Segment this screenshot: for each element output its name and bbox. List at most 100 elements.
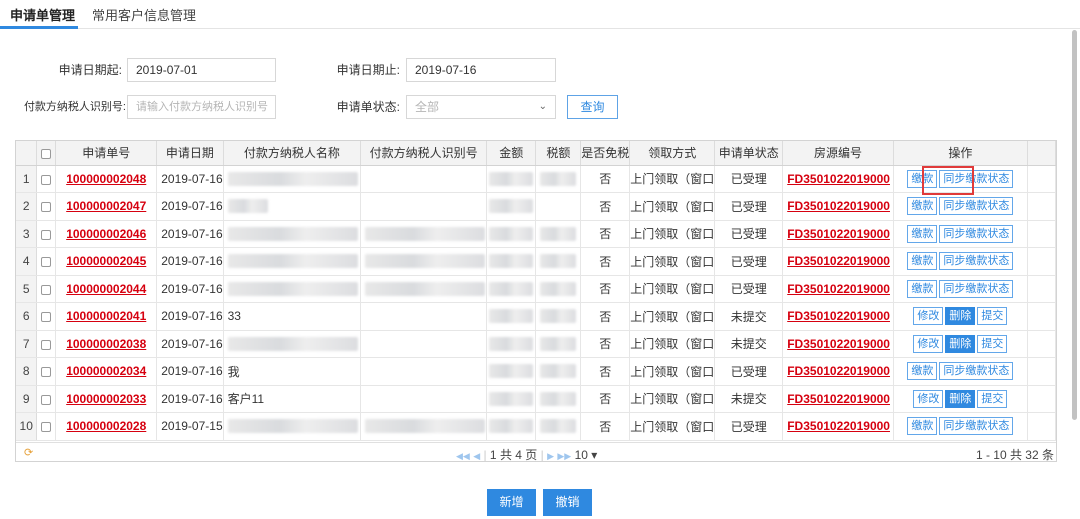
refresh-icon[interactable]: ⟳ xyxy=(24,446,33,459)
sync-payment-status-button[interactable]: 同步缴款状态 xyxy=(939,224,1014,243)
row-select-cell[interactable] xyxy=(36,412,57,441)
application-id-link[interactable]: 100000002044 xyxy=(66,282,146,296)
house-id-link[interactable]: FD3501022019000 xyxy=(787,227,890,241)
application-id-link[interactable]: 100000002038 xyxy=(66,337,146,351)
house-id-link[interactable]: FD3501022019000 xyxy=(787,172,890,186)
pay-button[interactable]: 缴款 xyxy=(907,197,938,216)
header-col[interactable]: 申请单号 xyxy=(55,141,158,166)
row-select-cell[interactable] xyxy=(36,220,57,248)
add-button[interactable]: 新增 xyxy=(487,489,536,516)
sync-payment-status-button[interactable]: 同步缴款状态 xyxy=(939,169,1014,188)
application-id-link[interactable]: 100000002047 xyxy=(66,199,146,213)
pay-button[interactable]: 缴款 xyxy=(907,169,938,188)
header-col[interactable]: 付款方纳税人名称 xyxy=(223,141,362,166)
row-select-cell[interactable] xyxy=(36,302,57,331)
sync-payment-status-button[interactable]: 同步缴款状态 xyxy=(939,252,1014,271)
row-checkbox[interactable] xyxy=(41,339,52,350)
house-id-link[interactable]: FD3501022019000 xyxy=(787,199,890,213)
pay-button[interactable]: 缴款 xyxy=(907,362,938,381)
page-size-select[interactable]: 10 ▾ xyxy=(575,448,598,461)
row-checkbox[interactable] xyxy=(41,367,52,378)
row-select-cell[interactable] xyxy=(36,165,57,193)
row-select-cell[interactable] xyxy=(36,192,57,221)
header-col[interactable]: 申请单状态 xyxy=(714,141,784,166)
application-id-link[interactable]: 100000002034 xyxy=(66,364,146,378)
revoke-button[interactable]: 撤销 xyxy=(543,489,592,516)
row-checkbox[interactable] xyxy=(41,284,52,295)
row-checkbox[interactable] xyxy=(41,202,52,213)
application-id-link[interactable]: 100000002033 xyxy=(66,392,146,406)
taxpayer-id-input[interactable]: 请输入付款方纳税人识别号 xyxy=(127,95,276,119)
prev-page-icon[interactable]: ◀ xyxy=(473,451,480,461)
table-row[interactable]: 7 100000002038 2019-07-16 否上门领取（窗口 未提交 FD3501… xyxy=(16,330,1056,358)
last-page-icon[interactable]: ▶▶ xyxy=(557,451,571,461)
header-col[interactable]: 付款方纳税人识别号 xyxy=(360,141,488,166)
pay-button[interactable]: 缴款 xyxy=(907,417,938,436)
row-select-cell[interactable] xyxy=(36,330,57,358)
table-row[interactable]: 1 100000002048 2019-07-16 否上门领取（窗口 已受理 FD3501… xyxy=(16,165,1056,193)
table-row[interactable]: 2 100000002047 2019-07-16 否上门领取（窗口 已受理 FD3501… xyxy=(16,192,1056,221)
table-row[interactable]: 9 100000002033 2019-07-16 客户11 否上门领取（窗口 未提交 FD… xyxy=(16,385,1056,413)
sync-payment-status-button[interactable]: 同步缴款状态 xyxy=(939,362,1014,381)
pay-button[interactable]: 缴款 xyxy=(907,279,938,298)
application-id-link[interactable]: 100000002048 xyxy=(66,172,146,186)
end-date-input[interactable]: 2019-07-16 xyxy=(406,58,556,82)
table-row[interactable]: 8 100000002034 2019-07-16 我 否上门领取（窗口 已受理 FD350… xyxy=(16,357,1056,386)
house-id-link[interactable]: FD3501022019000 xyxy=(787,337,890,351)
application-id-link[interactable]: 100000002028 xyxy=(66,419,146,433)
table-row[interactable]: 5 100000002044 2019-07-16 否上门领取（窗口 已受理 FD3501… xyxy=(16,275,1056,303)
house-id-link[interactable]: FD3501022019000 xyxy=(787,254,890,268)
table-row[interactable]: 3 100000002046 2019-07-16 否上门领取（窗口 已受理 FD3501… xyxy=(16,220,1056,248)
house-id-link[interactable]: FD3501022019000 xyxy=(787,309,890,323)
current-page-input[interactable]: 1 xyxy=(490,448,497,461)
select-all-checkbox[interactable] xyxy=(41,148,52,159)
header-col[interactable]: 申请日期 xyxy=(156,141,224,166)
house-id-link[interactable]: FD3501022019000 xyxy=(787,282,890,296)
tab-application-management[interactable]: 申请单管理 xyxy=(10,5,75,24)
edit-button[interactable]: 修改 xyxy=(913,334,944,353)
row-checkbox[interactable] xyxy=(41,257,52,268)
row-select-cell[interactable] xyxy=(36,357,57,386)
sync-payment-status-button[interactable]: 同步缴款状态 xyxy=(939,279,1014,298)
table-row[interactable]: 10 100000002028 2019-07-15 否上门领取（窗口 已受理 FD350… xyxy=(16,412,1056,441)
submit-button[interactable]: 提交 xyxy=(977,334,1008,353)
row-checkbox[interactable] xyxy=(41,229,52,240)
next-page-icon[interactable]: ▶ xyxy=(547,451,554,461)
status-select[interactable]: 全部 ⌄ xyxy=(406,95,556,119)
row-select-cell[interactable] xyxy=(36,275,57,303)
row-select-cell[interactable] xyxy=(36,385,57,413)
pay-button[interactable]: 缴款 xyxy=(907,224,938,243)
header-col[interactable]: 操作 xyxy=(893,141,1028,166)
header-col[interactable]: 是否免税 xyxy=(580,141,631,166)
query-button[interactable]: 查询 xyxy=(567,95,618,119)
delete-button[interactable]: 删除 xyxy=(945,389,976,408)
header-col[interactable]: 房源编号 xyxy=(782,141,894,166)
tab-customer-info-management[interactable]: 常用客户信息管理 xyxy=(92,5,196,24)
sync-payment-status-button[interactable]: 同步缴款状态 xyxy=(939,417,1014,436)
application-id-link[interactable]: 100000002045 xyxy=(66,254,146,268)
delete-button[interactable]: 删除 xyxy=(945,334,976,353)
house-id-link[interactable]: FD3501022019000 xyxy=(787,392,890,406)
header-select-all[interactable] xyxy=(36,141,57,166)
row-checkbox[interactable] xyxy=(41,394,52,405)
application-id-link[interactable]: 100000002041 xyxy=(66,309,146,323)
house-id-link[interactable]: FD3501022019000 xyxy=(787,419,890,433)
edit-button[interactable]: 修改 xyxy=(913,389,944,408)
submit-button[interactable]: 提交 xyxy=(977,307,1008,326)
sync-payment-status-button[interactable]: 同步缴款状态 xyxy=(939,197,1014,216)
header-col[interactable]: 金额 xyxy=(486,141,537,166)
first-page-icon[interactable]: ◀◀ xyxy=(456,451,470,461)
header-col[interactable]: 税额 xyxy=(535,141,582,166)
house-id-link[interactable]: FD3501022019000 xyxy=(787,364,890,378)
table-row[interactable]: 4 100000002045 2019-07-16 否上门领取（窗口 已受理 FD3501… xyxy=(16,247,1056,276)
start-date-input[interactable]: 2019-07-01 xyxy=(127,58,276,82)
pay-button[interactable]: 缴款 xyxy=(907,252,938,271)
row-checkbox[interactable] xyxy=(41,312,52,323)
delete-button[interactable]: 删除 xyxy=(945,307,976,326)
edit-button[interactable]: 修改 xyxy=(913,307,944,326)
submit-button[interactable]: 提交 xyxy=(977,389,1008,408)
table-row[interactable]: 6 100000002041 2019-07-16 33 否上门领取（窗口 未提交 FD35… xyxy=(16,302,1056,331)
row-checkbox[interactable] xyxy=(41,174,52,185)
row-checkbox[interactable] xyxy=(41,422,52,433)
application-id-link[interactable]: 100000002046 xyxy=(66,227,146,241)
